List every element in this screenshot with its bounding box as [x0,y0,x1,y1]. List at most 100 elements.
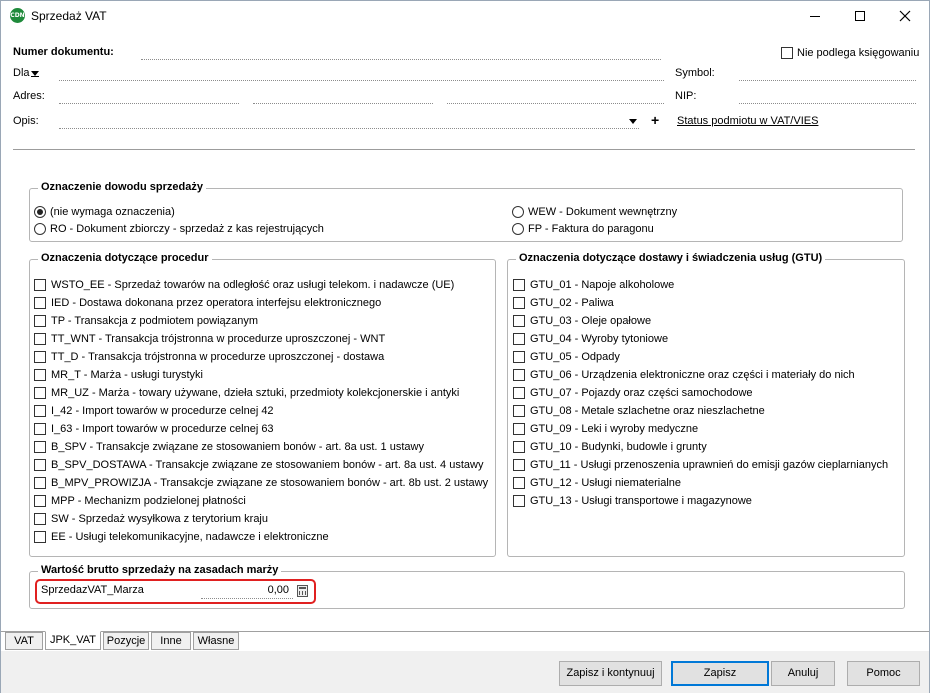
gtu-label: GTU_08 - Metale szlachetne oraz nieszlac… [530,405,765,417]
gtu-title: Oznaczenia dotyczące dostawy i świadczen… [516,252,826,264]
symbol-field[interactable] [739,80,916,81]
gtu-label: GTU_09 - Leki i wyroby medyczne [530,423,699,435]
for-dropdown-underline [31,76,39,77]
procedure-checkbox[interactable] [34,405,46,417]
gtu-checkbox[interactable] [513,387,525,399]
procedure-checkbox[interactable] [34,441,46,453]
not-booked-label: Nie podlega księgowaniu [797,47,920,59]
doc-number-field[interactable] [141,59,661,60]
not-booked-checkbox[interactable] [781,47,793,59]
gtu-label: GTU_12 - Usługi niematerialne [530,477,682,489]
header-separator [13,149,915,150]
save-button[interactable]: Zapisz [671,661,769,686]
address-field-3[interactable] [447,103,664,104]
description-field[interactable] [59,128,639,129]
procedure-label: SW - Sprzedaż wysyłkowa z terytorium kra… [51,513,268,525]
gtu-checkbox[interactable] [513,315,525,327]
description-dropdown-icon[interactable] [629,119,637,124]
for-label: Dla [13,67,30,79]
radio-wew-label: WEW - Dokument wewnętrzny [528,206,678,218]
procedure-checkbox[interactable] [34,297,46,309]
gtu-list: GTU_01 - Napoje alkoholowe GTU_02 - Paliw… [513,277,903,517]
procedure-checkbox[interactable] [34,477,46,489]
gtu-checkbox[interactable] [513,459,525,471]
radio-fp[interactable] [512,223,524,235]
gtu-checkbox[interactable] [513,423,525,435]
for-field[interactable] [59,80,664,81]
save-continue-button[interactable]: Zapisz i kontynuuj [559,661,662,686]
cancel-button[interactable]: Anuluj [771,661,835,686]
gtu-checkbox[interactable] [513,351,525,363]
gtu-label: GTU_04 - Wyroby tytoniowe [530,333,669,345]
maximize-button[interactable] [838,1,882,31]
gtu-checkbox[interactable] [513,441,525,453]
nip-field[interactable] [739,103,916,104]
gtu-checkbox[interactable] [513,333,525,345]
gtu-label: GTU_01 - Napoje alkoholowe [530,279,675,291]
gtu-checkbox[interactable] [513,477,525,489]
radio-wew[interactable] [512,206,524,218]
title-bar: CDN Sprzedaż VAT [1,1,929,31]
tab-vat[interactable]: VAT [5,632,43,650]
procedure-checkbox[interactable] [34,531,46,543]
margin-highlight-box [35,579,316,604]
procedures-list: WSTO_EE - Sprzedaż towarów na odległość … [34,277,494,552]
gtu-checkbox[interactable] [513,297,525,309]
procedure-label: B_SPV_DOSTAWA - Transakcje związane ze s… [51,459,484,471]
address-field-2[interactable] [253,103,433,104]
procedure-label: B_SPV - Transakcje związane ze stosowani… [51,441,424,453]
procedure-label: IED - Dostawa dokonana przez operatora i… [51,297,382,309]
gtu-label: GTU_13 - Usługi transportowe i magazynow… [530,495,752,507]
app-logo-icon: CDN [10,8,25,23]
nip-label: NIP: [675,90,697,102]
procedure-label: MPP - Mechanizm podzielonej płatności [51,495,246,507]
procedure-checkbox[interactable] [34,495,46,507]
tab-other[interactable]: Inne [151,632,191,650]
help-button[interactable]: Pomoc [847,661,920,686]
add-description-button[interactable]: + [651,112,659,128]
gtu-label: GTU_11 - Usługi przenoszenia uprawnień d… [530,459,889,471]
vat-status-link[interactable]: Status podmiotu w VAT/VIES [677,115,818,127]
gtu-checkbox[interactable] [513,369,525,381]
tab-positions[interactable]: Pozycje [103,632,149,650]
tab-jpk-vat[interactable]: JPK_VAT [45,631,101,650]
procedure-label: MR_UZ - Marża - towary używane, dzieła s… [51,387,460,399]
procedure-checkbox[interactable] [34,333,46,345]
gtu-label: GTU_07 - Pojazdy oraz części samochodowe [530,387,753,399]
procedure-label: I_63 - Import towarów w procedurze celne… [51,423,274,435]
procedure-label: TT_WNT - Transakcja trójstronna w proced… [51,333,386,345]
doc-number-label: Numer dokumentu: [13,46,114,58]
procedure-checkbox[interactable] [34,351,46,363]
gtu-checkbox[interactable] [513,279,525,291]
gtu-checkbox[interactable] [513,405,525,417]
address-field-1[interactable] [59,103,239,104]
gtu-label: GTU_05 - Odpady [530,351,620,363]
gtu-label: GTU_02 - Paliwa [530,297,614,309]
procedure-checkbox[interactable] [34,315,46,327]
close-button[interactable] [883,1,927,31]
procedure-label: TT_D - Transakcja trójstronna w procedur… [51,351,385,363]
procedure-checkbox[interactable] [34,387,46,399]
procedure-label: B_MPV_PROWIZJA - Transakcje związane ze … [51,477,489,489]
procedure-label: TP - Transakcja z podmiotem powiązanym [51,315,259,327]
radio-ro[interactable] [34,223,46,235]
gtu-label: GTU_06 - Urządzenia elektroniczne oraz c… [530,369,855,381]
close-icon [899,10,911,22]
minimize-icon [810,15,820,17]
tab-custom[interactable]: Własne [193,632,239,650]
gtu-label: GTU_10 - Budynki, budowle i grunty [530,441,707,453]
radio-no-marking[interactable] [34,206,46,218]
minimize-button[interactable] [793,1,837,31]
procedures-title: Oznaczenia dotyczące procedur [38,252,212,264]
procedure-checkbox[interactable] [34,423,46,435]
procedure-label: I_42 - Import towarów w procedurze celne… [51,405,274,417]
gtu-checkbox[interactable] [513,495,525,507]
procedure-checkbox[interactable] [34,369,46,381]
sales-evidence-title: Oznaczenie dowodu sprzedaży [38,181,206,193]
maximize-icon [855,11,865,21]
procedure-checkbox[interactable] [34,459,46,471]
address-label: Adres: [13,90,45,102]
dialog-window: CDN Sprzedaż VAT Numer dokumentu: Nie po… [0,0,930,693]
procedure-checkbox[interactable] [34,279,46,291]
procedure-checkbox[interactable] [34,513,46,525]
